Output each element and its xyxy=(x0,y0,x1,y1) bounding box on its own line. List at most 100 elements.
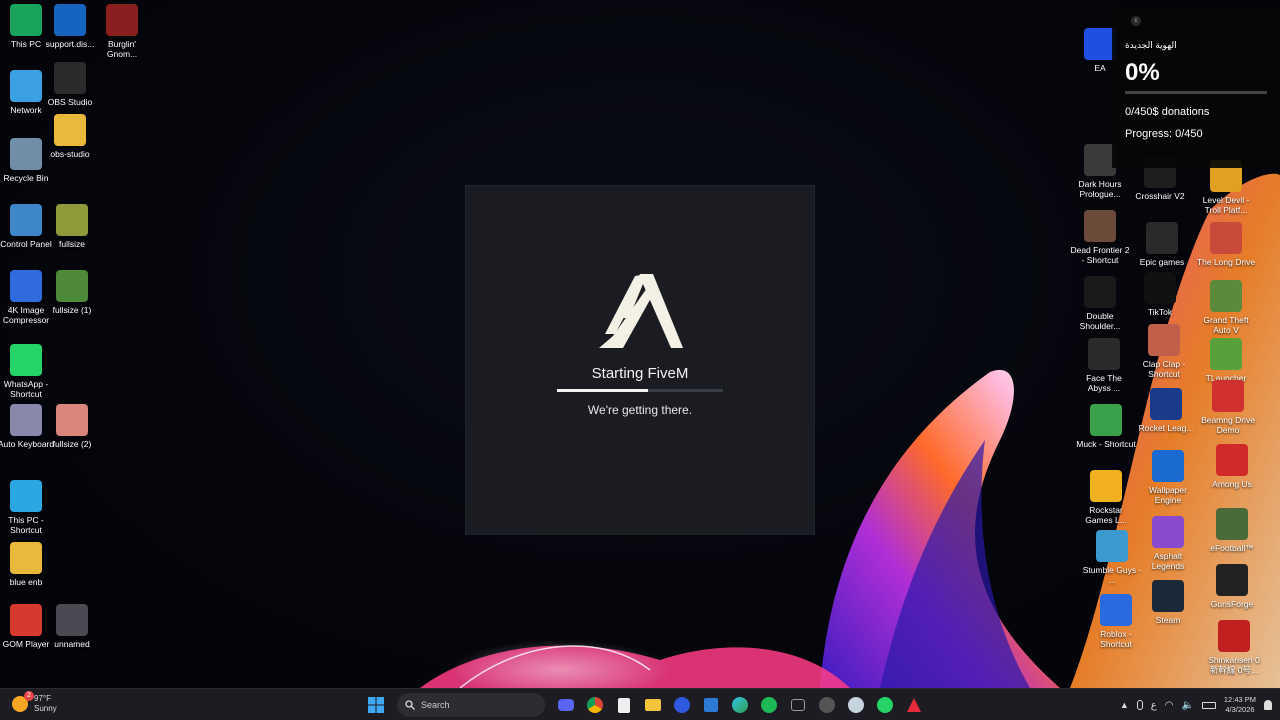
taskbar: 2 97°F Sunny Search ▲ ع ◠ 🔈 12:43 PM 4/3… xyxy=(0,688,1280,720)
desktop-icon-left-4[interactable]: OBS Studio xyxy=(40,62,100,107)
spotify-taskbar-button[interactable] xyxy=(757,693,781,717)
desktop-icon-right-17[interactable]: Among Us xyxy=(1202,444,1262,489)
notification-bell-icon[interactable] xyxy=(1264,700,1272,710)
desktop-icon-left-15[interactable]: blue enb xyxy=(0,542,56,587)
fivem-progress-fill xyxy=(557,389,649,392)
ea-taskbar-button[interactable] xyxy=(670,693,694,717)
system-tray: ▲ ع ◠ 🔈 12:43 PM 4/3/2026 xyxy=(1120,693,1272,717)
desktop-icon-right-7[interactable]: Double Shoulder... xyxy=(1070,276,1130,331)
desktop-icon-left-13[interactable]: fullsize (2) xyxy=(42,404,102,449)
chrome-taskbar-button[interactable] xyxy=(583,693,607,717)
desktop-icon-label: Rocket Leag... xyxy=(1138,423,1194,433)
chrome-icon xyxy=(587,697,603,713)
app-taskbar-button[interactable] xyxy=(815,693,839,717)
steam-taskbar-button[interactable] xyxy=(844,693,868,717)
desktop-icon-right-13[interactable]: Rocket Leag... xyxy=(1136,388,1196,433)
desktop-icon-label: fullsize (2) xyxy=(52,439,92,449)
battery-icon[interactable] xyxy=(1201,701,1216,709)
desktop-icon-left-8[interactable]: fullsize xyxy=(42,204,102,249)
desktop-icon-label: Stumble Guys - ... xyxy=(1082,565,1142,585)
wifi-icon[interactable]: ◠ xyxy=(1165,700,1174,711)
desktop-icon-right-21[interactable]: Stumble Guys - ... xyxy=(1082,530,1142,585)
desktop-icon-label: Dead Frontier 2 - Shortcut xyxy=(1070,245,1130,265)
weather-widget[interactable]: 2 97°F Sunny xyxy=(12,691,57,714)
desktop-icon-right-11[interactable]: Clap Clap - Shortcut xyxy=(1134,324,1194,379)
desktop-icon-label: OBS Studio xyxy=(47,97,93,107)
desktop-icon-right-3[interactable]: Level Devil - Troll Platf... xyxy=(1196,160,1256,215)
desktop-icon-left-2[interactable]: Burglin' Gnom... xyxy=(92,4,152,59)
desktop-icon-right-4[interactable]: Dead Frontier 2 - Shortcut xyxy=(1070,210,1130,265)
discord-taskbar-button[interactable] xyxy=(554,693,578,717)
desktop-icon-right-18[interactable]: Rockstar Games L... xyxy=(1076,470,1136,525)
fivem-taskbar-button[interactable] xyxy=(902,693,926,717)
image-icon xyxy=(56,404,88,436)
fivem-title: Starting FiveM xyxy=(591,365,689,382)
desktop-icon-right-9[interactable]: Grand Theft Auto V xyxy=(1196,280,1256,335)
desktop-icon-label: Rockstar Games L... xyxy=(1085,505,1127,525)
xbox-taskbar-button[interactable] xyxy=(786,693,810,717)
desktop-icon-right-15[interactable]: Muck - Shortcut xyxy=(1076,404,1136,449)
edge-taskbar-button[interactable] xyxy=(728,693,752,717)
desktop-icon-right-6[interactable]: The Long Drive xyxy=(1196,222,1256,267)
donation-progress-bar xyxy=(1125,91,1267,94)
clock[interactable]: 12:43 PM 4/3/2026 xyxy=(1224,695,1256,715)
chevron-up-icon[interactable]: ▲ xyxy=(1120,700,1129,710)
recycle-bin-icon xyxy=(10,138,42,170)
desktop-icon-right-10[interactable]: Face The Abyss ... xyxy=(1074,338,1134,393)
desktop-icon-right-16[interactable]: Wallpaper Engine xyxy=(1138,450,1198,505)
desktop-icon-right-24[interactable]: Roblox - Shortcut xyxy=(1086,594,1146,649)
steam-icon xyxy=(1152,580,1184,612)
folder-icon xyxy=(54,114,86,146)
desktop-icon-label: WhatsApp - Shortcut xyxy=(3,379,49,399)
image-icon xyxy=(56,270,88,302)
desktop-icon-left-10[interactable]: fullsize (1) xyxy=(42,270,102,315)
desktop-icon-right-14[interactable]: Beamng Drive Demo xyxy=(1198,380,1258,435)
sun-icon: 2 xyxy=(12,691,34,712)
taskbar-search[interactable]: Search xyxy=(397,693,545,717)
roblox-icon xyxy=(1100,594,1132,626)
folder-icon xyxy=(645,699,661,711)
desktop-icon-right-8[interactable]: TikTok xyxy=(1130,272,1190,317)
start-button[interactable] xyxy=(364,693,388,717)
desktop-icon-right-22[interactable]: Steam xyxy=(1138,580,1198,625)
file-explorer-taskbar-button[interactable] xyxy=(641,693,665,717)
desktop-icon-left-14[interactable]: This PC - Shortcut xyxy=(0,480,56,535)
search-icon xyxy=(405,700,415,710)
desktop-icon-label: unnamed xyxy=(54,639,90,649)
volume-icon[interactable]: 🔈 xyxy=(1181,700,1193,711)
microphone-icon[interactable] xyxy=(1136,700,1143,710)
language-indicator[interactable]: ع xyxy=(1151,700,1157,711)
desktop-icon-label: Beamng Drive Demo xyxy=(1201,415,1255,435)
clock-date: 4/3/2026 xyxy=(1225,705,1255,714)
game-icon xyxy=(106,4,138,36)
among-us-icon xyxy=(1216,444,1248,476)
desktop-icon-right-23[interactable]: GunsForge xyxy=(1202,564,1262,609)
epic-games-taskbar-button[interactable] xyxy=(612,693,636,717)
desktop-icon-left-17[interactable]: unnamed xyxy=(42,604,102,649)
whatsapp-icon xyxy=(877,697,893,713)
this-pc-icon xyxy=(10,4,42,36)
desktop-icon-label: support.dis... xyxy=(45,39,95,49)
whatsapp-taskbar-button[interactable] xyxy=(873,693,897,717)
desktop-icon-right-12[interactable]: TLauncher xyxy=(1196,338,1256,383)
desktop-icon-right-20[interactable]: eFootball™ xyxy=(1202,508,1262,553)
desktop-icon-left-1[interactable]: support.dis... xyxy=(40,4,100,49)
donation-percent: 0% xyxy=(1125,59,1160,86)
desktop-icon-label: The Long Drive xyxy=(1196,257,1256,267)
folder-icon xyxy=(10,542,42,574)
minecraft-icon xyxy=(1210,338,1242,370)
donation-amount: 0/450$ donations xyxy=(1125,106,1210,118)
obs-icon xyxy=(54,62,86,94)
spotify-icon xyxy=(761,697,777,713)
donation-overlay: c الهوية الجديدة 0% 0/450$ donations Pro… xyxy=(1112,10,1280,168)
store-taskbar-button[interactable] xyxy=(699,693,723,717)
desktop-icon-left-6[interactable]: Recycle Bin xyxy=(0,138,56,183)
control-panel-icon xyxy=(10,204,42,236)
desktop-icon-right-5[interactable]: Epic games xyxy=(1132,222,1192,267)
desktop-icon-right-19[interactable]: Asphalt Legends xyxy=(1138,516,1198,571)
store-icon xyxy=(704,698,718,712)
desktop-icon-right-25[interactable]: Shinkansen 0 新幹線 0号... xyxy=(1204,620,1264,675)
search-placeholder: Search xyxy=(421,700,450,710)
desktop-icon-label: Epic games xyxy=(1139,257,1185,267)
desktop-icon-left-11[interactable]: WhatsApp - Shortcut xyxy=(0,344,56,399)
